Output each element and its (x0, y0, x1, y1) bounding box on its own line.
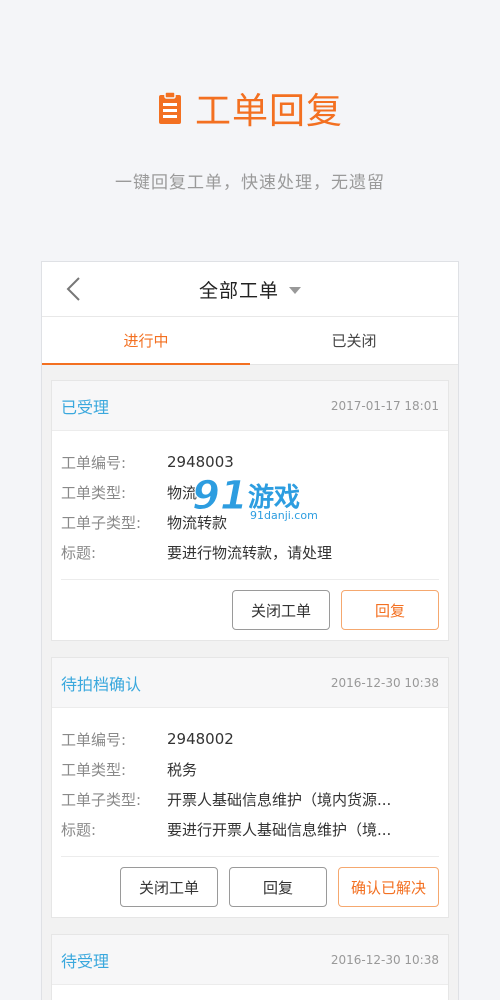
label-type: 工单类型: (61, 760, 127, 779)
value-number: 2948003 (167, 453, 234, 471)
tabs: 进行中 已关闭 (42, 317, 458, 365)
value-number: 2948002 (167, 730, 234, 748)
chevron-left-icon[interactable] (60, 274, 90, 304)
value-type: 物流 (167, 483, 198, 502)
close-ticket-button[interactable]: 关闭工单 (119, 867, 218, 907)
label-number: 工单编号: (61, 453, 127, 472)
caret-down-icon (289, 286, 301, 294)
value-subtype: 开票人基础信息维护（境内货源... (167, 790, 392, 809)
card-actions: 关闭工单 回复 (61, 579, 439, 640)
card-header: 已受理 2017-01-17 18:01 (52, 381, 448, 431)
page-title: 全部工单 (198, 279, 279, 302)
ticket-card[interactable]: 已受理 2017-01-17 18:01 工单编号: 2948003 工单类型:… (51, 380, 449, 641)
clipboard-icon (158, 91, 181, 124)
hero: 工单回复 一键回复工单，快速处理，无遗留 (0, 82, 500, 193)
card-header: 待拍档确认 2016-12-30 10:38 (52, 658, 448, 708)
timestamp: 2016-12-30 10:38 (330, 675, 439, 690)
label-title: 标题: (61, 543, 97, 562)
row-subtype: 工单子类型: 开票人基础信息维护（境内货源... (61, 784, 439, 814)
label-number: 工单编号: (61, 730, 127, 749)
value-subtype: 物流转款 (167, 513, 228, 532)
hero-subtitle: 一键回复工单，快速处理，无遗留 (115, 173, 385, 193)
row-title: 标题: 要进行开票人基础信息维护（境... (61, 814, 439, 844)
row-number: 工单编号: 2948002 (61, 724, 439, 754)
value-title: 要进行开票人基础信息维护（境... (167, 820, 392, 839)
tab-in-progress[interactable]: 进行中 (42, 317, 250, 365)
label-subtype: 工单子类型: (61, 513, 142, 532)
label-title: 标题: (61, 820, 97, 839)
label-type: 工单类型: (61, 483, 127, 502)
reply-button[interactable]: 回复 (228, 867, 327, 907)
confirm-resolved-button[interactable]: 确认已解决 (337, 867, 439, 907)
status-badge: 已受理 (61, 397, 110, 417)
timestamp: 2017-01-17 18:01 (330, 398, 439, 413)
card-actions: 关闭工单 回复 确认已解决 (61, 856, 439, 917)
status-badge: 待受理 (61, 951, 110, 971)
row-subtype: 工单子类型: 物流转款 (61, 507, 439, 537)
phone-screen: 全部工单 进行中 已关闭 已受理 2017-01-17 18:01 工单编号: … (41, 261, 459, 1000)
status-badge: 待拍档确认 (61, 674, 142, 694)
ticket-card[interactable]: 待受理 2016-12-30 10:38 (51, 934, 449, 1000)
card-body: 工单编号: 2948003 工单类型: 物流 工单子类型: 物流转款 标题: 要… (52, 431, 448, 579)
value-type: 税务 (167, 760, 198, 779)
filter-dropdown[interactable]: 全部工单 (199, 276, 301, 303)
row-type: 工单类型: 税务 (61, 754, 439, 784)
hero-title-row: 工单回复 (0, 82, 500, 134)
row-number: 工单编号: 2948003 (61, 447, 439, 477)
close-ticket-button[interactable]: 关闭工单 (232, 590, 330, 630)
row-title: 标题: 要进行物流转款，请处理 (61, 537, 439, 567)
label-subtype: 工单子类型: (61, 790, 142, 809)
topbar: 全部工单 (42, 262, 458, 317)
hero-title: 工单回复 (194, 91, 343, 132)
timestamp: 2016-12-30 10:38 (330, 952, 439, 967)
row-type: 工单类型: 物流 (61, 477, 439, 507)
tab-closed[interactable]: 已关闭 (250, 317, 458, 364)
ticket-list: 已受理 2017-01-17 18:01 工单编号: 2948003 工单类型:… (42, 365, 458, 1000)
card-body: 工单编号: 2948002 工单类型: 税务 工单子类型: 开票人基础信息维护（… (52, 708, 448, 856)
value-title: 要进行物流转款，请处理 (167, 543, 333, 562)
ticket-card[interactable]: 待拍档确认 2016-12-30 10:38 工单编号: 2948002 工单类… (51, 657, 449, 918)
card-header: 待受理 2016-12-30 10:38 (52, 935, 448, 985)
reply-button[interactable]: 回复 (341, 590, 439, 630)
